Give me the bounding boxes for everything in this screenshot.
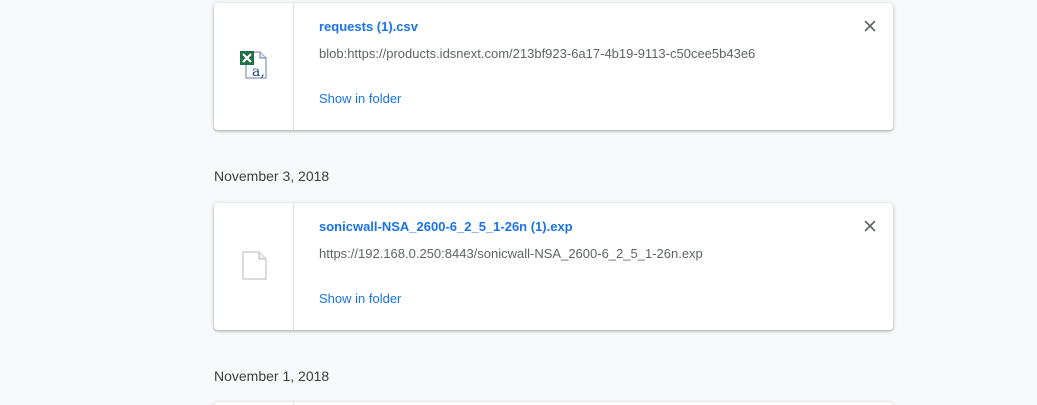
file-icon-column: a, <box>214 3 294 130</box>
date-group-header: November 1, 2018 <box>214 368 330 384</box>
excel-file-icon: a, <box>238 49 270 81</box>
date-group-header: November 3, 2018 <box>214 168 330 184</box>
downloads-page: a, requests (1).csv blob:https://product… <box>0 0 1037 405</box>
generic-file-icon <box>238 249 270 281</box>
close-icon[interactable] <box>862 18 878 34</box>
svg-text:a,: a, <box>252 64 265 80</box>
file-name-link[interactable]: requests (1).csv <box>319 19 418 34</box>
download-item: a, requests (1).csv blob:https://product… <box>214 3 893 130</box>
file-url: https://192.168.0.250:8443/sonicwall-NSA… <box>319 246 703 261</box>
download-item: sonicwall-NSA_2600-6_2_5_1-26n (1).exp h… <box>214 203 893 330</box>
show-in-folder-link[interactable]: Show in folder <box>319 291 401 306</box>
close-icon[interactable] <box>862 218 878 234</box>
show-in-folder-link[interactable]: Show in folder <box>319 91 401 106</box>
file-icon-column <box>214 203 294 330</box>
file-name-link[interactable]: sonicwall-NSA_2600-6_2_5_1-26n (1).exp <box>319 219 573 234</box>
file-url: blob:https://products.idsnext.com/213bf9… <box>319 46 756 61</box>
